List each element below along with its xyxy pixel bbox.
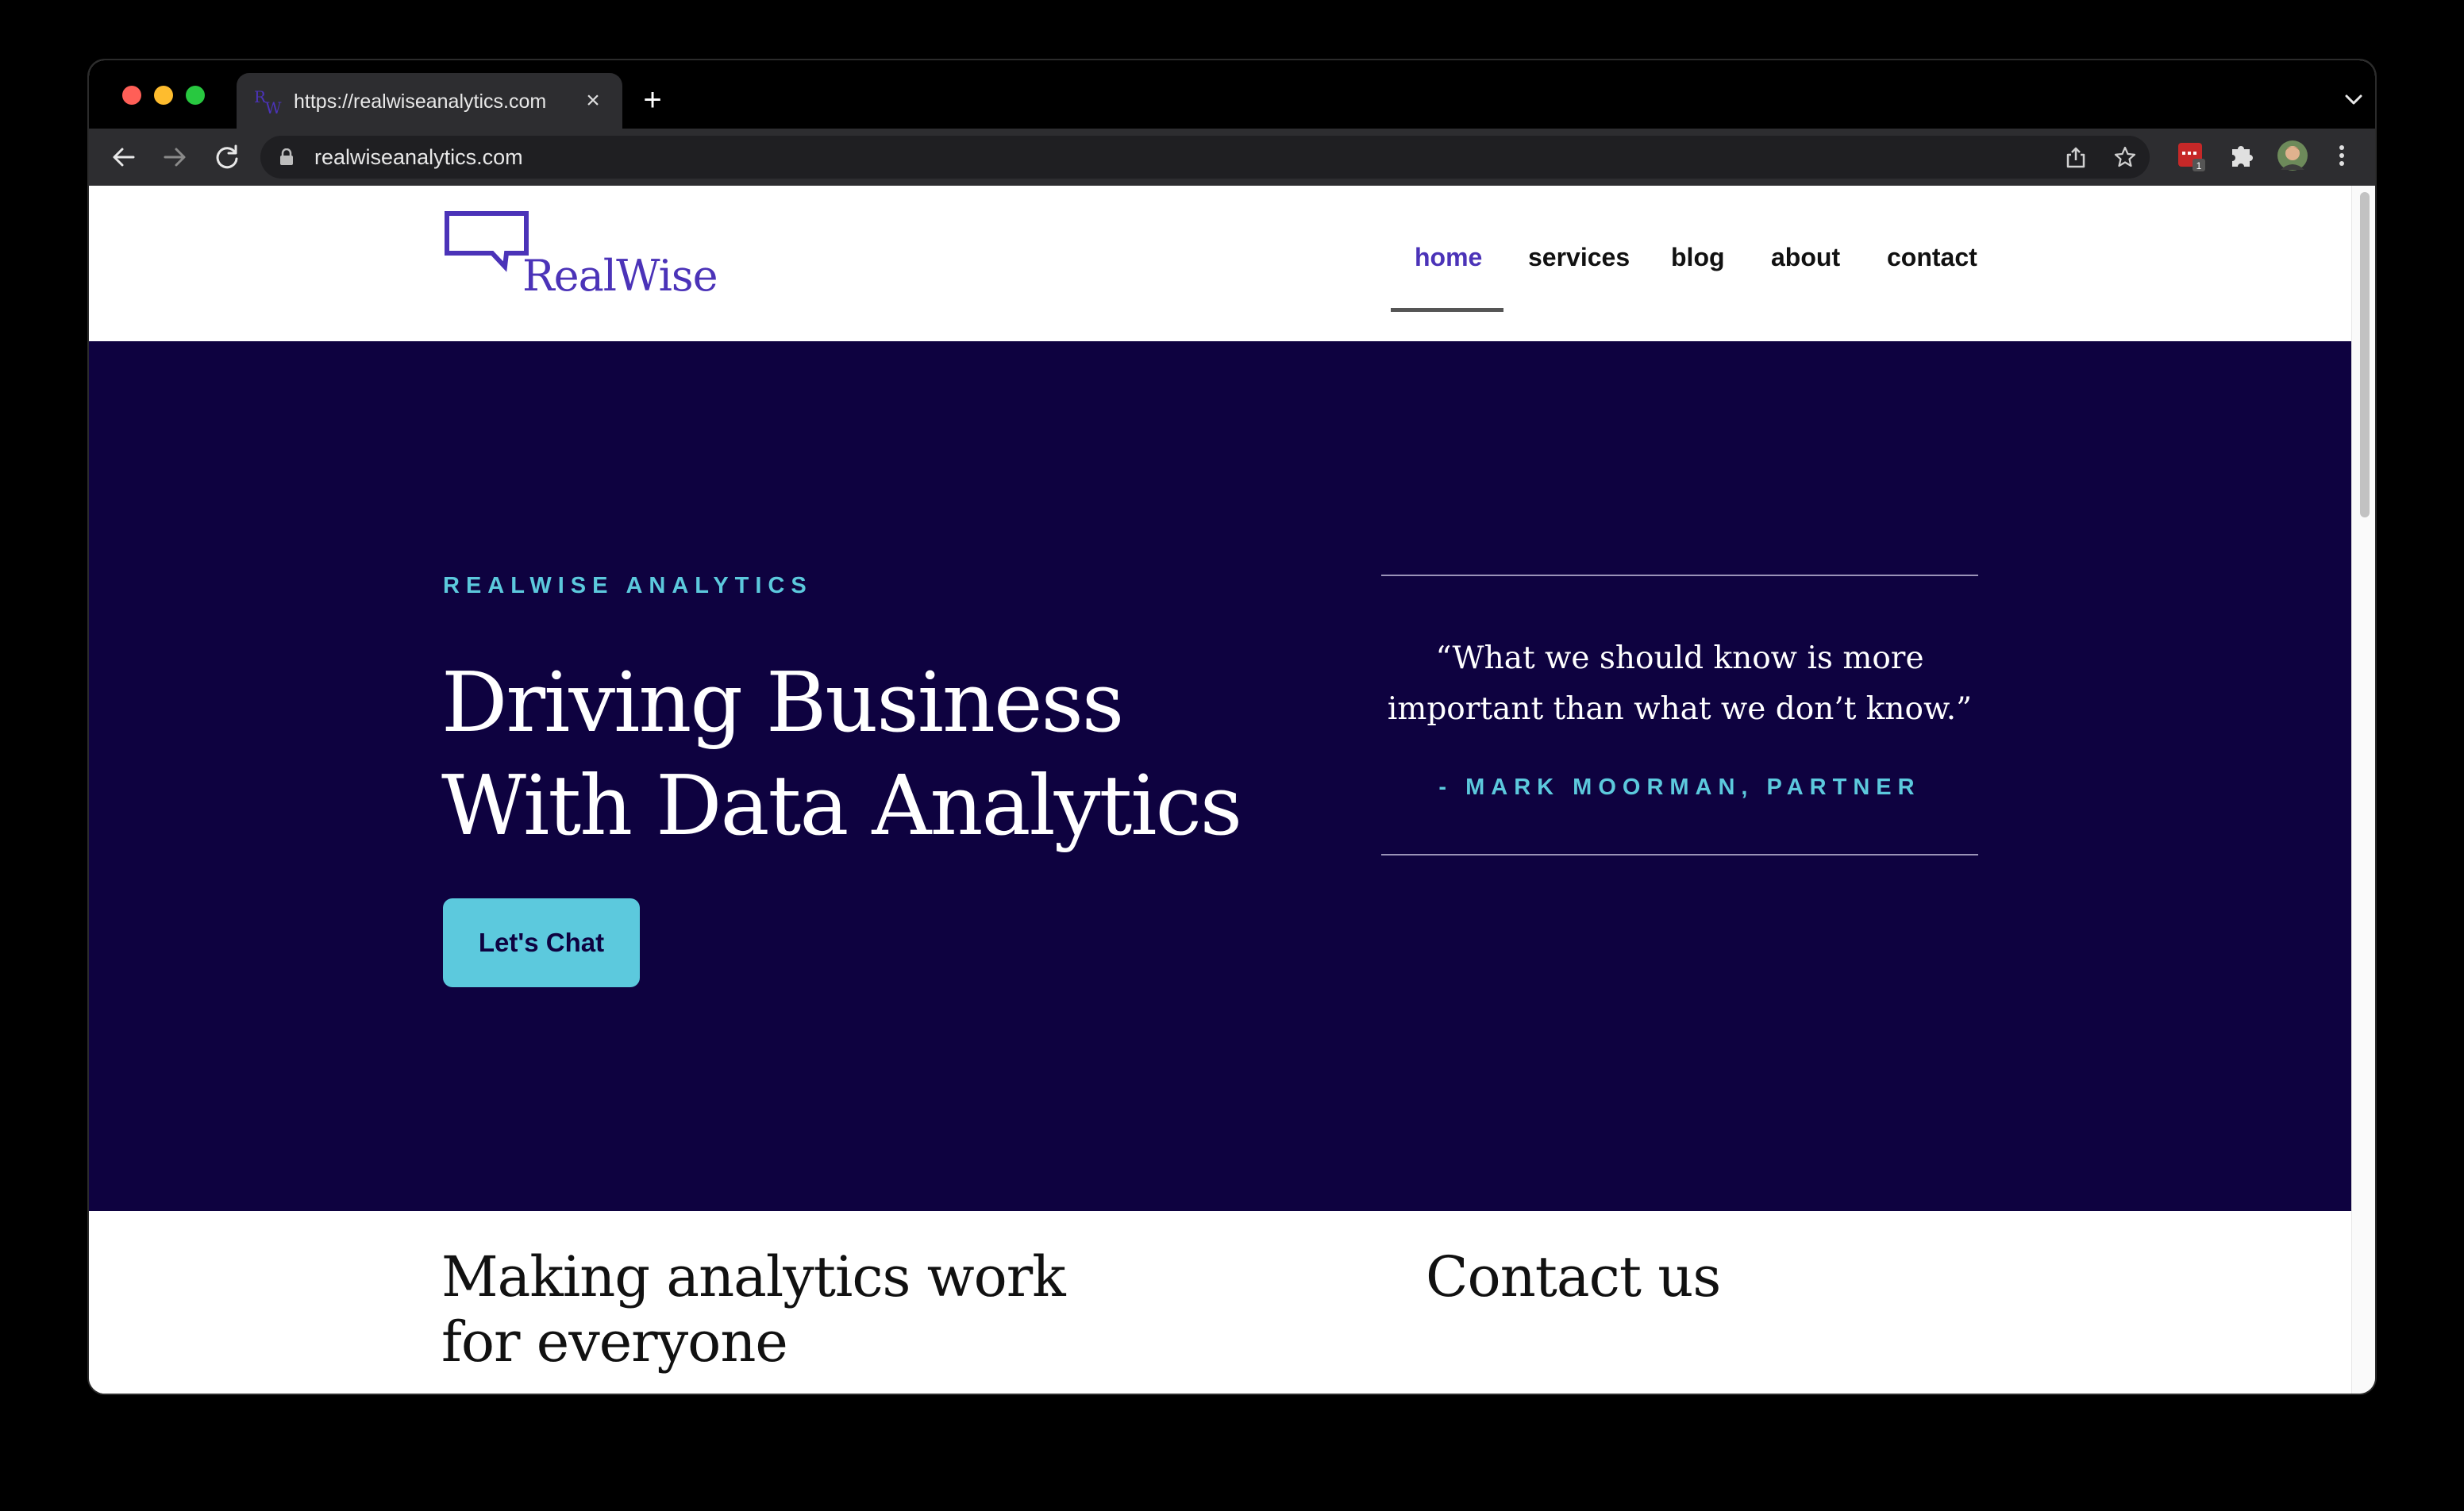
page-scrollbar[interactable] [2351,186,2375,1394]
hero-title-line-1: Driving Business [441,654,1124,751]
site-favicon-icon: R W [254,87,282,117]
bookmark-star-icon[interactable] [2113,145,2137,169]
url-text[interactable]: realwiseanalytics.com [314,145,523,170]
nav-home[interactable]: home [1415,243,1482,272]
nav-blog[interactable]: blog [1671,243,1725,272]
page-viewport: RealWise home services blog about contac… [89,186,2351,1394]
lock-icon [280,148,293,165]
browser-toolbar: realwiseanalytics.com 1 [89,129,2375,186]
nav-contact[interactable]: contact [1887,243,1977,272]
maximize-window-button[interactable] [186,86,205,105]
active-nav-indicator [1391,308,1503,312]
hero-title-line-2: With Data Analytics [441,757,1242,854]
hero-eyebrow: REALWISE ANALYTICS [443,573,813,598]
section-heading-contact: Contact us [1426,1244,1721,1309]
site-header: RealWise home services blog about contac… [89,186,2351,341]
chevron-down-icon[interactable] [2342,90,2366,110]
reload-icon[interactable] [210,140,244,175]
favicon-letter-w: W [265,98,282,117]
forward-arrow-icon[interactable] [157,140,192,175]
hero-title: Driving Business With Data Analytics [441,651,1315,857]
nav-services[interactable]: services [1528,243,1630,272]
address-bar[interactable]: realwiseanalytics.com [260,136,2150,179]
profile-avatar[interactable] [2275,138,2310,173]
puzzle-extensions-icon[interactable] [2224,138,2259,173]
lets-chat-button[interactable]: Let's Chat [443,898,640,987]
quote-top-divider [1381,575,1978,576]
section-heading-analytics: Making analytics work for everyone [441,1244,1066,1375]
extension-icon[interactable]: 1 [2173,138,2208,173]
browser-window: R W https://realwiseanalytics.com × + re… [89,60,2375,1394]
share-icon[interactable] [2064,145,2088,169]
close-tab-icon[interactable]: × [579,87,606,114]
favicon-letter-r: R [254,87,267,106]
quote-bottom-divider [1381,854,1978,855]
kebab-menu-icon[interactable] [2324,138,2359,173]
logo-text: RealWise [522,251,718,301]
quote-author: - MARK MOORMAN, PARTNER [1438,775,1921,800]
scrollbar-thumb[interactable] [2360,192,2370,517]
realwise-logo[interactable]: RealWise [443,210,745,313]
quote-line-1: “What we should know is more [1435,640,1924,676]
tab-title: https://realwiseanalytics.com [294,90,547,113]
extension-badge: 1 [2196,160,2202,171]
browser-tab[interactable]: R W https://realwiseanalytics.com × [237,73,622,129]
back-arrow-icon[interactable] [106,140,141,175]
tab-strip: R W https://realwiseanalytics.com × + [89,60,2375,129]
minimize-window-button[interactable] [154,86,173,105]
nav-about[interactable]: about [1771,243,1840,272]
new-tab-button[interactable]: + [635,84,670,119]
hero-section: REALWISE ANALYTICS Driving Business With… [89,341,2351,1211]
quote-line-2: important than what we don’t know.” [1387,691,1973,727]
close-window-button[interactable] [122,86,141,105]
quote-text: “What we should know is more important t… [1381,633,1978,735]
